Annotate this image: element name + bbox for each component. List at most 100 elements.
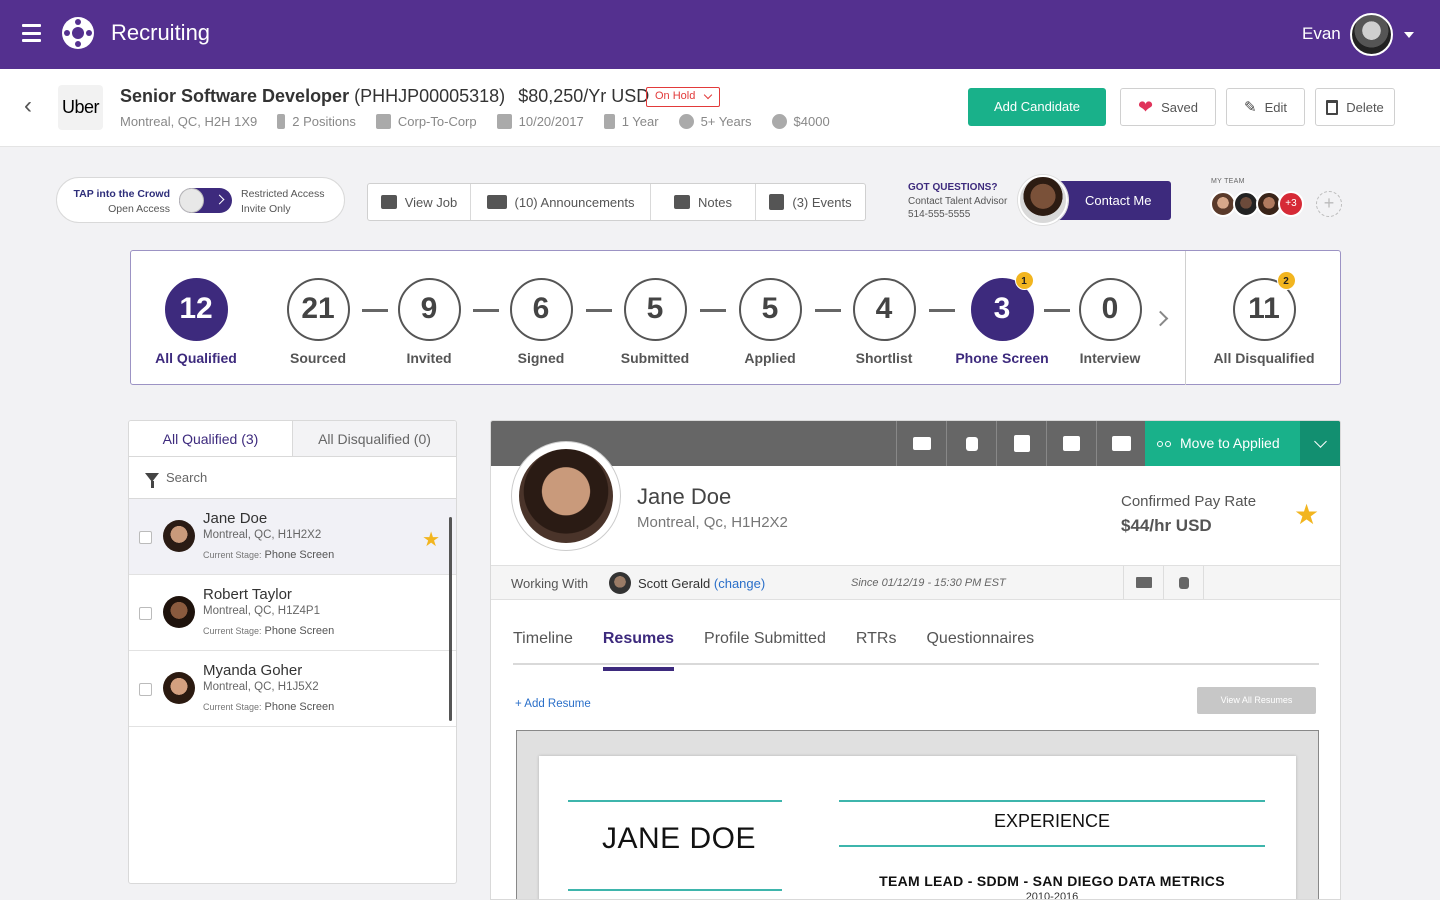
contact-me-button[interactable]: Contact Me xyxy=(1058,181,1171,220)
stage-prefix: Current Stage: xyxy=(203,702,262,712)
feedback-button[interactable] xyxy=(1096,421,1146,466)
chat-icon xyxy=(1063,436,1080,451)
change-recruiter-link[interactable]: (change) xyxy=(714,576,765,591)
call-button[interactable] xyxy=(946,421,996,466)
stage-interview[interactable]: 0 Interview xyxy=(1050,278,1170,366)
job-title: Senior Software Developer (PHHJP00005318… xyxy=(120,86,649,107)
user-name[interactable]: Evan xyxy=(1302,24,1341,44)
edit-button[interactable]: ✎ Edit xyxy=(1226,88,1305,126)
schedule-button[interactable] xyxy=(996,421,1046,466)
job-salary: $80,250/Yr USD xyxy=(518,86,650,106)
resume-name: JANE DOE xyxy=(602,822,757,855)
my-team-label: MY TEAM xyxy=(1211,178,1245,185)
pipeline-panel: 12 All Qualified 21 Sourced 9 Invited 6 … xyxy=(130,250,1341,385)
stage-count-value: 3 xyxy=(993,292,1011,325)
advisor-info: GOT QUESTIONS? Contact Talent Advisor 51… xyxy=(908,181,1007,222)
job-fee: $4000 xyxy=(771,114,830,129)
candidate-item[interactable]: Myanda Goher Montreal, QC, H1J5X2 Curren… xyxy=(129,651,456,727)
back-arrow-icon[interactable]: ‹ xyxy=(24,94,32,118)
star-icon[interactable]: ★ xyxy=(422,527,440,552)
message-button[interactable] xyxy=(1046,421,1096,466)
phone-icon xyxy=(965,436,978,451)
user-avatar[interactable] xyxy=(1350,13,1393,56)
candidate-item[interactable]: Jane Doe Montreal, QC, H1H2X2 Current St… xyxy=(129,499,456,575)
stage-shortlist[interactable]: 4 Shortlist xyxy=(824,278,944,366)
add-candidate-button[interactable]: Add Candidate xyxy=(968,88,1106,126)
resume-section-title: EXPERIENCE xyxy=(993,811,1111,831)
candidate-search[interactable]: Search xyxy=(129,457,456,499)
stage-sourced[interactable]: 21 Sourced xyxy=(258,278,378,366)
job-experience: 5+ Years xyxy=(678,114,752,129)
divider xyxy=(1203,566,1204,599)
caret-down-icon[interactable] xyxy=(1404,32,1414,38)
restricted-access-label: Restricted Access Invite Only xyxy=(241,187,324,217)
stage-count: 9 xyxy=(397,278,461,341)
stage-applied[interactable]: 5 Applied xyxy=(710,278,830,366)
stage-invited[interactable]: 9 Invited xyxy=(369,278,489,366)
access-switch[interactable] xyxy=(179,188,232,213)
job-type: Corp-To-Corp xyxy=(375,114,477,129)
candidate-location: Montreal, QC, H1H2X2 xyxy=(203,529,322,541)
recruiting-logo-icon xyxy=(62,17,94,49)
email-recruiter-button[interactable] xyxy=(1123,566,1163,599)
tab-all-disqualified[interactable]: All Disqualified (0) xyxy=(293,421,456,456)
thumbs-icon xyxy=(1112,436,1131,451)
notes-icon xyxy=(674,195,691,209)
saved-button[interactable]: ❤ Saved xyxy=(1120,88,1216,126)
stage-phone-screen[interactable]: 3 1 Phone Screen xyxy=(942,271,1062,366)
tab-all-qualified[interactable]: All Qualified (3) xyxy=(129,421,293,456)
stage-label: Applied xyxy=(744,350,796,366)
stage-all-disqualified[interactable]: 11 2 All Disqualified xyxy=(1204,271,1324,366)
resume-page: JANE DOE EXPERIENCE TEAM LEAD - SDDM - S… xyxy=(539,756,1296,900)
pencil-icon: ✎ xyxy=(1244,99,1257,116)
stage-submitted[interactable]: 5 Submitted xyxy=(595,278,715,366)
job-header: ‹ Uber Senior Software Developer (PHHJP0… xyxy=(0,69,1440,147)
candidate-name: Myanda Goher xyxy=(203,662,303,679)
filter-icon xyxy=(145,473,159,488)
scrollbar[interactable] xyxy=(449,517,452,721)
candidate-checkbox[interactable] xyxy=(139,607,152,620)
stage-count: 4 xyxy=(852,278,916,341)
recruiter-name-text: Scott Gerald xyxy=(638,576,711,591)
candidate-checkbox[interactable] xyxy=(139,531,152,544)
add-resume-link[interactable]: + Add Resume xyxy=(515,698,591,710)
notes-button[interactable]: Notes xyxy=(651,184,756,220)
job-duration-text: 1 Year xyxy=(621,114,659,129)
team-more-badge[interactable]: +3 xyxy=(1278,191,1304,217)
status-dropdown[interactable]: On Hold xyxy=(646,87,720,107)
add-team-member-icon[interactable]: + xyxy=(1316,191,1342,217)
events-label: (3) Events xyxy=(792,194,852,210)
stage-count: 3 1 xyxy=(970,271,1034,341)
calendar-icon xyxy=(769,194,785,210)
tab-questionnaires[interactable]: Questionnaires xyxy=(926,621,1034,663)
tab-timeline[interactable]: Timeline xyxy=(513,621,573,663)
candidate-detail-name: Jane Doe xyxy=(637,484,732,509)
candidate-item[interactable]: Robert Taylor Montreal, QC, H1Z4P1 Curre… xyxy=(129,575,456,651)
job-action-group: View Job (10) Announcements Notes (3) Ev… xyxy=(367,183,866,221)
email-button[interactable] xyxy=(896,421,946,466)
tab-profile-submitted[interactable]: Profile Submitted xyxy=(704,621,826,663)
resume-rule xyxy=(839,800,1265,802)
tab-rtrs[interactable]: RTRs xyxy=(856,621,897,663)
stage-all-qualified[interactable]: 12 All Qualified xyxy=(136,278,256,366)
resume-preview[interactable]: JANE DOE EXPERIENCE TEAM LEAD - SDDM - S… xyxy=(516,730,1319,900)
tab-resumes[interactable]: Resumes xyxy=(602,621,675,671)
stage-signed[interactable]: 6 Signed xyxy=(481,278,601,366)
view-all-resumes-button[interactable]: View All Resumes xyxy=(1197,687,1316,714)
menu-icon[interactable] xyxy=(22,24,41,42)
delete-button[interactable]: Delete xyxy=(1315,88,1395,126)
job-title-text: Senior Software Developer xyxy=(120,86,350,106)
events-button[interactable]: (3) Events xyxy=(756,184,865,220)
call-recruiter-button[interactable] xyxy=(1163,566,1203,599)
working-since: Since 01/12/19 - 15:30 PM EST xyxy=(851,577,1006,589)
candidate-checkbox[interactable] xyxy=(139,683,152,696)
recruiter-name: Scott Gerald (change) xyxy=(638,576,765,591)
view-job-button[interactable]: View Job xyxy=(368,184,471,220)
move-to-applied-button[interactable]: Move to Applied xyxy=(1145,421,1300,466)
announcements-button[interactable]: (10) Announcements xyxy=(471,184,651,220)
resume-dates: 2010-2016 xyxy=(1025,891,1079,900)
chevron-down-icon[interactable] xyxy=(1300,421,1340,466)
heart-icon: ❤ xyxy=(1138,97,1154,117)
star-icon[interactable]: ★ xyxy=(1294,498,1319,531)
envelope-icon xyxy=(912,437,931,450)
